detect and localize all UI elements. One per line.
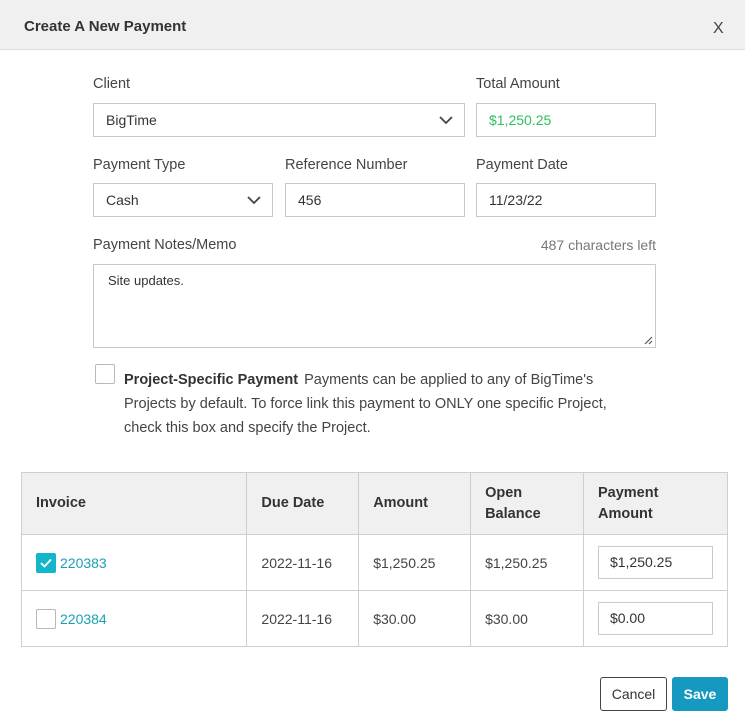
close-icon[interactable]: X	[713, 20, 724, 38]
invoice-checkbox[interactable]	[36, 552, 56, 573]
header-invoice: Invoice	[20, 472, 248, 535]
payment-date-input[interactable]: 11/23/22	[476, 183, 656, 217]
open-balance-cell: $1,250.25	[470, 534, 584, 591]
payment-amount-cell: $0.00	[582, 590, 729, 647]
payment-type-select[interactable]: Cash	[93, 183, 273, 217]
invoice-number[interactable]: 220384	[60, 611, 107, 627]
total-amount-label: Total Amount	[476, 76, 560, 92]
project-specific-text: Project-Specific Payment Payments can be …	[124, 368, 624, 440]
table-row: 220383 2022-11-16 $1,250.25 $1,250.25 $1…	[20, 534, 729, 591]
header-amount: Amount	[358, 472, 472, 535]
checkmark-icon	[40, 558, 52, 568]
header-payment-amount: Payment Amount	[582, 472, 729, 535]
cancel-button[interactable]: Cancel	[600, 677, 667, 711]
notes-text: Site updates.	[108, 273, 184, 288]
payment-type-value: Cash	[106, 192, 139, 208]
chevron-down-icon	[247, 196, 261, 205]
payment-amount-cell: $1,250.25	[582, 534, 729, 591]
invoice-cell: 220383	[20, 534, 248, 591]
payment-amount-input[interactable]: $1,250.25	[597, 546, 713, 579]
header-open-balance-text: Open Balance	[485, 484, 541, 522]
resize-handle-icon[interactable]	[643, 335, 653, 345]
invoice-table: Invoice Due Date Amount Open Balance Pay…	[20, 472, 729, 647]
modal-header: Create A New Payment X	[0, 0, 745, 50]
reference-number-label: Reference Number	[285, 157, 408, 173]
characters-left: 487 characters left	[540, 237, 656, 253]
payment-date-label: Payment Date	[476, 157, 568, 173]
invoice-checkbox[interactable]	[36, 608, 56, 629]
table-header-row: Invoice Due Date Amount Open Balance Pay…	[20, 472, 729, 535]
invoice-link[interactable]: 220384	[36, 608, 107, 629]
amount-cell: $30.00	[358, 590, 472, 647]
notes-textarea[interactable]: Site updates.	[93, 264, 656, 348]
save-button[interactable]: Save	[672, 677, 728, 711]
notes-label: Payment Notes/Memo	[93, 237, 237, 253]
reference-number-input[interactable]: 456	[285, 183, 465, 217]
payment-amount-input[interactable]: $0.00	[597, 602, 713, 635]
total-amount-input[interactable]: $1,250.25	[476, 103, 656, 137]
client-label: Client	[93, 76, 131, 92]
project-specific-title: Project-Specific Payment	[124, 372, 299, 388]
modal-title: Create A New Payment	[24, 18, 187, 35]
project-specific-checkbox[interactable]	[95, 364, 115, 384]
invoice-cell: 220384	[20, 590, 248, 647]
header-payment-amount-text: Payment Amount	[597, 484, 659, 522]
client-select[interactable]: BigTime	[93, 103, 465, 137]
header-due-date: Due Date	[246, 472, 360, 535]
amount-cell: $1,250.25	[358, 534, 472, 591]
due-date-cell: 2022-11-16	[246, 590, 360, 647]
payment-type-label: Payment Type	[93, 157, 186, 173]
header-open-balance: Open Balance	[470, 472, 584, 535]
due-date-cell: 2022-11-16	[246, 534, 360, 591]
invoice-number[interactable]: 220383	[60, 555, 107, 571]
invoice-link[interactable]: 220383	[36, 552, 107, 573]
chevron-down-icon	[439, 116, 453, 125]
client-value: BigTime	[106, 112, 157, 128]
open-balance-cell: $30.00	[470, 590, 584, 647]
table-row: 220384 2022-11-16 $30.00 $30.00 $0.00	[20, 590, 729, 647]
